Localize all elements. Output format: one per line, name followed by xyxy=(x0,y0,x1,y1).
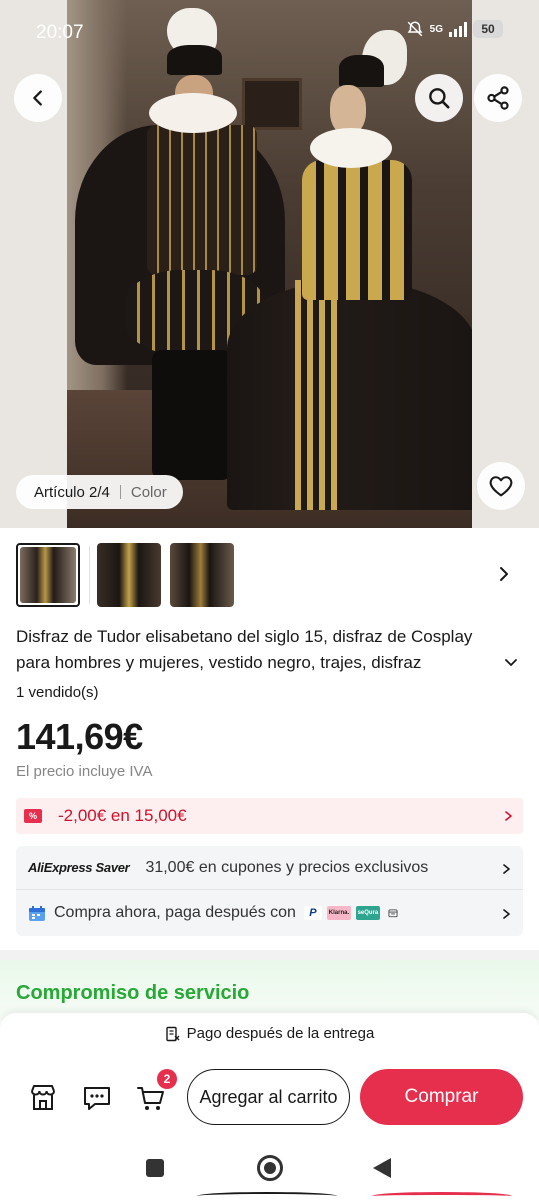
thumbnail-2[interactable] xyxy=(97,543,161,607)
section-divider xyxy=(0,950,539,960)
expand-title-icon[interactable] xyxy=(502,654,520,672)
thumbnail-next-button[interactable] xyxy=(492,560,516,588)
cart-badge: 2 xyxy=(157,1069,177,1089)
receipt-icon xyxy=(165,1026,180,1041)
sold-count: 1 vendido(s) xyxy=(16,684,99,701)
pay-after-delivery-text: Pago después de la entrega xyxy=(186,1025,375,1042)
back-button[interactable] xyxy=(14,74,62,122)
aliexpress-saver-logo: AliExpress Saver xyxy=(28,860,130,875)
thumbnail-1[interactable] xyxy=(16,543,80,607)
coupon-bar[interactable]: % -2,00€ en 15,00€ xyxy=(16,798,523,834)
gallery-counter: Artículo 2/4 xyxy=(34,483,110,501)
chevron-right-icon xyxy=(503,909,510,919)
add-to-cart-button[interactable]: Agregar al carrito xyxy=(187,1069,350,1125)
wishlist-button[interactable] xyxy=(477,462,525,510)
chat-icon[interactable] xyxy=(81,1082,113,1114)
payment-logos: P Klarna. seQura xyxy=(303,906,401,920)
network-label: 5G xyxy=(429,23,443,35)
coupon-text: -2,00€ en 15,00€ xyxy=(58,806,187,825)
thumbnail-3[interactable] xyxy=(170,543,234,607)
product-photo[interactable] xyxy=(67,0,472,528)
signal-icon xyxy=(449,21,467,37)
coupon-icon: % xyxy=(24,809,42,823)
photo-painting xyxy=(242,78,302,130)
tax-note: El precio incluye IVA xyxy=(16,763,153,780)
pay-after-delivery-banner[interactable]: Pago después de la entrega xyxy=(0,1025,539,1042)
gallery-counter-pill[interactable]: Artículo 2/4 Color xyxy=(16,475,183,509)
heart-icon xyxy=(489,476,513,497)
service-commitment-title: Compromiso de servicio xyxy=(16,982,250,1004)
chevron-right-icon xyxy=(505,811,512,821)
system-nav-bar xyxy=(0,1140,539,1196)
battery-icon: 50 xyxy=(473,20,503,38)
status-time: 20:07 xyxy=(36,22,84,43)
home-icon[interactable] xyxy=(257,1155,283,1181)
chevron-right-icon xyxy=(503,864,510,874)
color-tab[interactable]: Color xyxy=(131,484,167,501)
saver-row[interactable]: AliExpress Saver 31,00€ en cupones y pre… xyxy=(16,846,523,890)
search-icon xyxy=(429,88,450,109)
sequra-logo: seQura xyxy=(355,906,380,920)
share-icon xyxy=(487,86,509,110)
action-row: 2 Agregar al carrito Comprar xyxy=(0,1069,539,1125)
system-back-icon[interactable] xyxy=(373,1158,391,1178)
service-commitment-section[interactable]: Compromiso de servicio xyxy=(0,960,539,1020)
search-button[interactable] xyxy=(415,74,463,122)
klarna-logo: Klarna. xyxy=(326,906,351,920)
mute-bell-icon xyxy=(407,21,423,37)
buy-now-button[interactable]: Comprar xyxy=(360,1069,523,1125)
thumbnail-3-image xyxy=(170,543,234,607)
status-bar: 20:07 5G 50 xyxy=(0,0,539,60)
pay-later-row[interactable]: Compra ahora, paga después con P Klarna.… xyxy=(16,891,523,935)
thumbnail-1-image xyxy=(20,547,76,603)
product-title[interactable]: Disfraz de Tudor elisabetano del siglo 1… xyxy=(16,624,506,676)
store-icon[interactable] xyxy=(27,1082,59,1114)
chevron-right-icon xyxy=(500,567,508,581)
thumbnail-divider xyxy=(89,546,90,604)
saver-card: AliExpress Saver 31,00€ en cupones y pre… xyxy=(16,846,523,936)
share-button[interactable] xyxy=(474,74,522,122)
recent-apps-icon[interactable] xyxy=(146,1159,164,1177)
saver-text: 31,00€ en cupones y precios exclusivos xyxy=(145,858,429,876)
thumbnail-2-image xyxy=(97,543,161,607)
schedule-icon xyxy=(388,909,398,918)
pay-later-text: Compra ahora, paga después con xyxy=(54,904,296,921)
calendar-icon xyxy=(29,905,45,921)
status-icons: 5G 50 xyxy=(406,20,503,38)
thumbnail-strip xyxy=(0,540,539,610)
paypal-logo: P xyxy=(303,906,322,920)
product-price: 141,69€ xyxy=(16,716,143,757)
back-arrow-icon xyxy=(33,90,42,106)
product-image-gallery[interactable]: 20:07 5G 50 Artículo 2/4 Color xyxy=(0,0,539,528)
pill-separator xyxy=(119,485,121,499)
